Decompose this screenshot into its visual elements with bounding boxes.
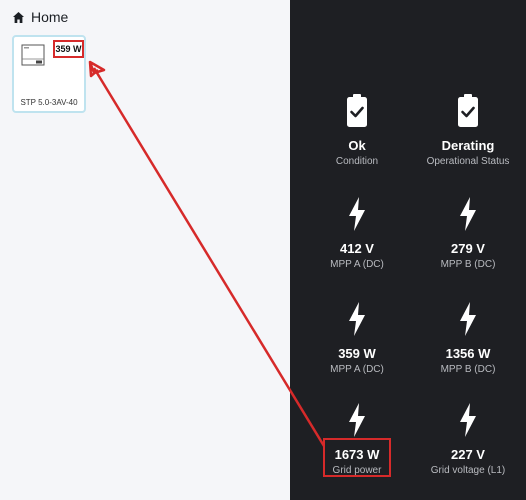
mpp-a-power-value: 359 W: [338, 346, 376, 361]
mpp-b-power-label: MPP B (DC): [440, 364, 496, 375]
tile-mpp-b-power: 1356 W MPP B (DC): [413, 302, 523, 382]
page-title: Home: [31, 9, 69, 25]
mpp-a-voltage-label: MPP A (DC): [330, 259, 384, 270]
tile-operational-status: Derating Operational Status: [413, 94, 523, 174]
tile-mpp-b-voltage: 279 V MPP B (DC): [413, 197, 523, 277]
grid-power-highlight: [323, 438, 391, 477]
inverter-icon: [21, 44, 45, 66]
battery-check-icon: [458, 94, 478, 127]
status-panel: Ok Condition Derating Operational Status…: [290, 0, 526, 500]
condition-value: Ok: [348, 138, 366, 153]
condition-label: Condition: [335, 156, 379, 167]
device-power-badge: 359 W: [53, 40, 84, 58]
lightning-icon: [349, 197, 365, 231]
mpp-b-voltage-value: 279 V: [451, 241, 485, 256]
tile-condition: Ok Condition: [302, 94, 412, 174]
lightning-icon: [460, 403, 476, 437]
operational-status-value: Derating: [441, 138, 495, 153]
lightning-icon: [349, 403, 365, 437]
tile-mpp-a-power: 359 W MPP A (DC): [302, 302, 412, 382]
mpp-b-power-value: 1356 W: [445, 346, 491, 361]
lightning-icon: [460, 302, 476, 336]
mpp-a-voltage-value: 412 V: [340, 241, 374, 256]
tile-mpp-a-voltage: 412 V MPP A (DC): [302, 197, 412, 277]
home-icon[interactable]: [12, 11, 25, 24]
mpp-b-voltage-label: MPP B (DC): [440, 259, 496, 270]
grid-voltage-value: 227 V: [451, 447, 485, 462]
mpp-a-power-label: MPP A (DC): [330, 364, 384, 375]
page-header: Home: [12, 8, 68, 26]
tile-grid-voltage: 227 V Grid voltage (L1): [413, 403, 523, 483]
left-pane: Home 359 W STP 5.0-3AV-40: [0, 0, 290, 500]
device-card[interactable]: 359 W STP 5.0-3AV-40: [12, 35, 86, 113]
grid-voltage-label: Grid voltage (L1): [430, 465, 506, 476]
battery-check-icon: [347, 94, 367, 127]
lightning-icon: [460, 197, 476, 231]
operational-status-label: Operational Status: [426, 156, 510, 167]
lightning-icon: [349, 302, 365, 336]
device-name: STP 5.0-3AV-40: [20, 98, 78, 107]
